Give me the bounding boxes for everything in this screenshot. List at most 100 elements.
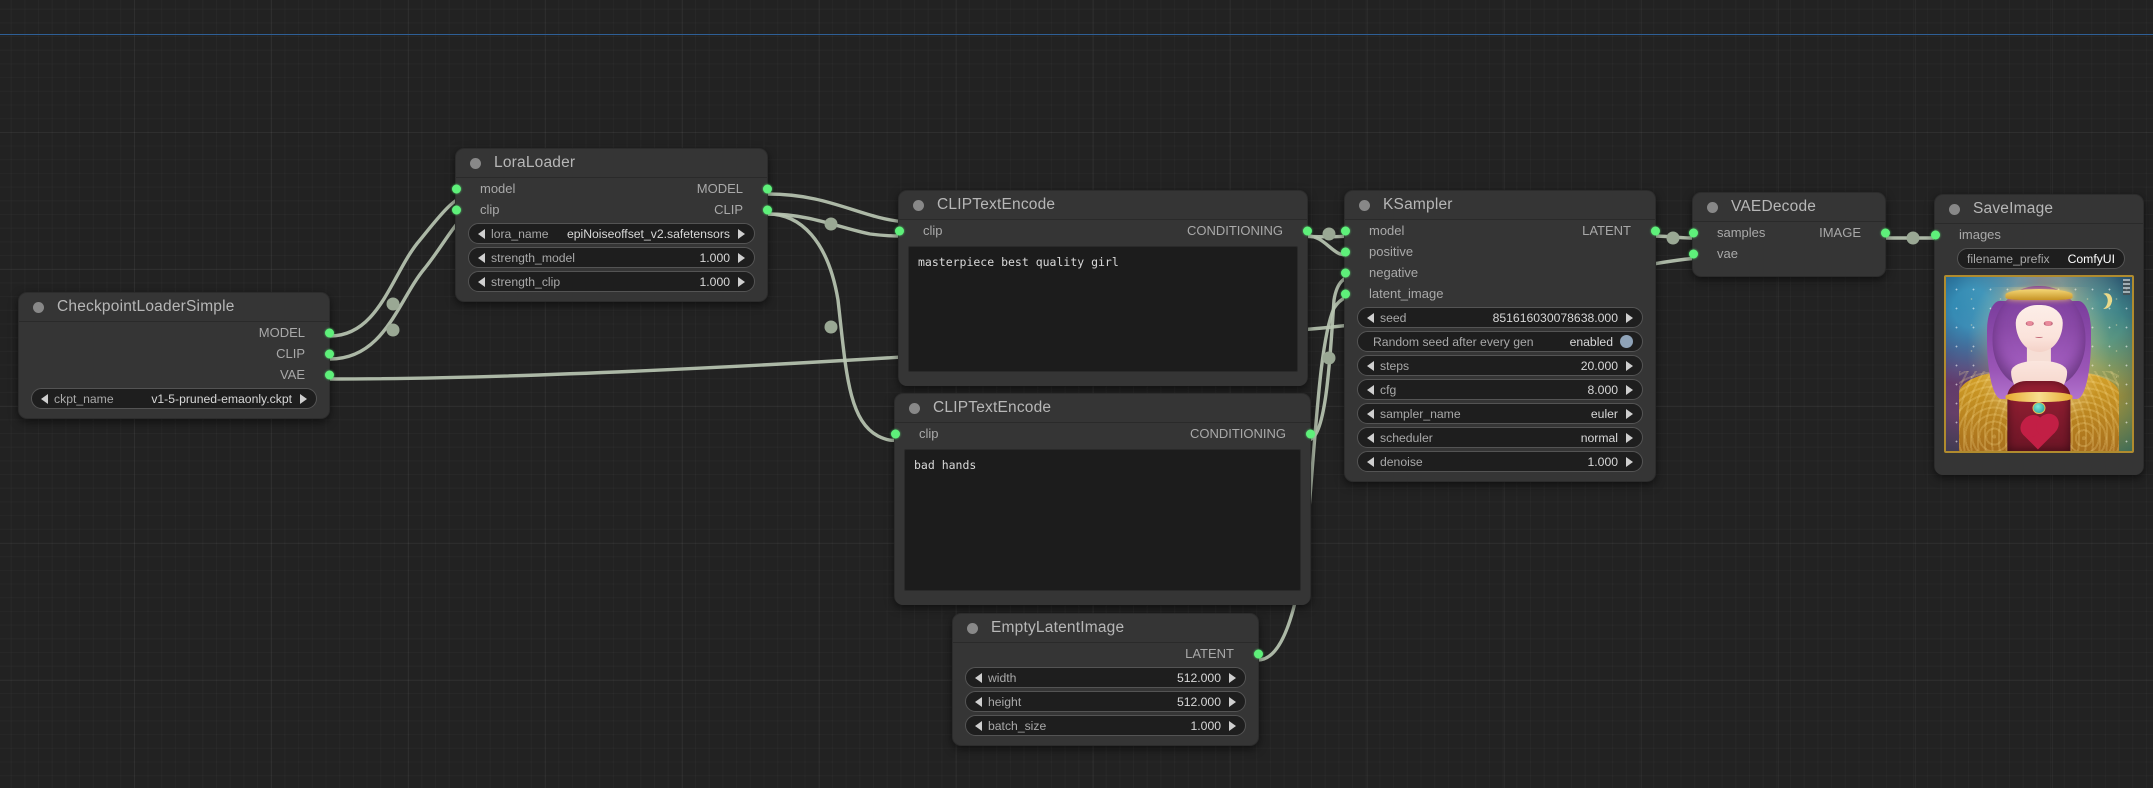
input-slot-clip[interactable]: clip CONDITIONING bbox=[894, 220, 1312, 241]
node-save-image[interactable]: SaveImage images filename_prefix ComfyUI bbox=[1930, 194, 2144, 475]
node-title-bar[interactable]: SaveImage bbox=[1935, 195, 2143, 224]
widget-value[interactable]: 1.000 bbox=[700, 251, 731, 265]
output-slot-dot-icon[interactable] bbox=[762, 184, 772, 193]
input-slot-images[interactable]: images bbox=[1930, 224, 2143, 245]
node-checkpoint-loader-simple[interactable]: CheckpointLoaderSimple MODEL CLIP VAE ck… bbox=[18, 292, 334, 419]
input-slot-dot-icon[interactable] bbox=[451, 205, 461, 214]
widget-scheduler[interactable]: scheduler normal bbox=[1357, 427, 1643, 448]
decrement-arrow-icon[interactable] bbox=[1367, 360, 1374, 371]
widget-cfg[interactable]: cfg 8.000 bbox=[1357, 379, 1643, 400]
output-slot-dot-icon[interactable] bbox=[1880, 228, 1890, 237]
collapse-dot-icon[interactable] bbox=[913, 199, 924, 211]
input-slot-dot-icon[interactable] bbox=[1930, 230, 1940, 239]
widget-value[interactable]: 851616030078638.000 bbox=[1493, 311, 1618, 325]
increment-arrow-icon[interactable] bbox=[738, 228, 745, 239]
output-slot-dot-icon[interactable] bbox=[1253, 649, 1263, 658]
node-title-bar[interactable]: CLIPTextEncode bbox=[895, 394, 1310, 423]
node-ksampler[interactable]: KSampler model LATENT positive negative … bbox=[1340, 190, 1660, 482]
increment-arrow-icon[interactable] bbox=[1626, 312, 1633, 323]
increment-arrow-icon[interactable] bbox=[1626, 432, 1633, 443]
node-lora-loader[interactable]: LoraLoader model MODEL clip CLIP lora_na… bbox=[451, 148, 772, 302]
input-slot-samples[interactable]: samples IMAGE bbox=[1688, 222, 1890, 243]
node-title-bar[interactable]: EmptyLatentImage bbox=[953, 614, 1258, 643]
input-slot-negative[interactable]: negative bbox=[1340, 262, 1655, 283]
input-slot-dot-icon[interactable] bbox=[451, 184, 461, 193]
widget-random-seed-toggle[interactable]: Random seed after every gen enabled bbox=[1357, 331, 1643, 352]
output-slot-dot-icon[interactable] bbox=[1650, 226, 1660, 235]
increment-arrow-icon[interactable] bbox=[300, 393, 307, 404]
decrement-arrow-icon[interactable] bbox=[478, 276, 485, 287]
widget-value[interactable]: ComfyUI bbox=[2068, 252, 2115, 266]
node-empty-latent-image[interactable]: EmptyLatentImage LATENT width 512.000 he… bbox=[952, 613, 1263, 746]
node-clip-text-encode-positive[interactable]: CLIPTextEncode clip CONDITIONING masterp… bbox=[894, 190, 1312, 386]
output-slot-dot-icon[interactable] bbox=[1305, 429, 1315, 438]
increment-arrow-icon[interactable] bbox=[1626, 384, 1633, 395]
widget-batch-size[interactable]: batch_size 1.000 bbox=[965, 715, 1246, 736]
decrement-arrow-icon[interactable] bbox=[41, 393, 48, 404]
widget-value[interactable]: 512.000 bbox=[1177, 695, 1221, 709]
increment-arrow-icon[interactable] bbox=[1626, 360, 1633, 371]
output-slot-vae[interactable]: VAE bbox=[19, 364, 334, 385]
increment-arrow-icon[interactable] bbox=[1626, 456, 1633, 467]
input-slot-vae[interactable]: vae bbox=[1688, 243, 1885, 264]
widget-value[interactable]: 1.000 bbox=[700, 275, 731, 289]
node-title-bar[interactable]: CLIPTextEncode bbox=[899, 191, 1307, 220]
prompt-textarea[interactable]: masterpiece best quality girl bbox=[908, 246, 1298, 372]
input-slot-clip[interactable]: clip CONDITIONING bbox=[890, 423, 1315, 444]
widget-height[interactable]: height 512.000 bbox=[965, 691, 1246, 712]
input-slot-model[interactable]: model MODEL bbox=[451, 178, 772, 199]
increment-arrow-icon[interactable] bbox=[738, 252, 745, 263]
output-slot-dot-icon[interactable] bbox=[324, 349, 334, 358]
increment-arrow-icon[interactable] bbox=[1229, 720, 1236, 731]
input-slot-clip[interactable]: clip CLIP bbox=[451, 199, 772, 220]
widget-width[interactable]: width 512.000 bbox=[965, 667, 1246, 688]
graph-canvas[interactable]: CheckpointLoaderSimple MODEL CLIP VAE ck… bbox=[0, 0, 2153, 788]
decrement-arrow-icon[interactable] bbox=[1367, 408, 1374, 419]
output-slot-dot-icon[interactable] bbox=[1302, 226, 1312, 235]
collapse-dot-icon[interactable] bbox=[909, 402, 920, 414]
widget-denoise[interactable]: denoise 1.000 bbox=[1357, 451, 1643, 472]
widget-value[interactable]: v1-5-pruned-emaonly.ckpt bbox=[151, 392, 292, 406]
image-preview[interactable] bbox=[1944, 275, 2134, 453]
widget-value[interactable]: euler bbox=[1591, 407, 1618, 421]
output-slot-latent[interactable]: LATENT bbox=[953, 643, 1263, 664]
input-slot-dot-icon[interactable] bbox=[1340, 268, 1350, 277]
node-title-bar[interactable]: VAEDecode bbox=[1693, 193, 1885, 222]
widget-value[interactable]: 512.000 bbox=[1177, 671, 1221, 685]
input-slot-dot-icon[interactable] bbox=[1340, 247, 1350, 256]
widget-steps[interactable]: steps 20.000 bbox=[1357, 355, 1643, 376]
collapse-dot-icon[interactable] bbox=[1707, 201, 1718, 213]
node-vae-decode[interactable]: VAEDecode samples IMAGE vae bbox=[1688, 192, 1890, 277]
decrement-arrow-icon[interactable] bbox=[478, 228, 485, 239]
decrement-arrow-icon[interactable] bbox=[1367, 312, 1374, 323]
widget-strength-model[interactable]: strength_model 1.000 bbox=[468, 247, 755, 268]
node-clip-text-encode-negative[interactable]: CLIPTextEncode clip CONDITIONING bad han… bbox=[890, 393, 1315, 605]
collapse-dot-icon[interactable] bbox=[1949, 203, 1960, 215]
output-slot-dot-icon[interactable] bbox=[762, 205, 772, 214]
widget-strength-clip[interactable]: strength_clip 1.000 bbox=[468, 271, 755, 292]
output-slot-model[interactable]: MODEL bbox=[19, 322, 334, 343]
input-slot-dot-icon[interactable] bbox=[1340, 289, 1350, 298]
decrement-arrow-icon[interactable] bbox=[1367, 384, 1374, 395]
increment-arrow-icon[interactable] bbox=[1229, 696, 1236, 707]
output-slot-dot-icon[interactable] bbox=[324, 370, 334, 379]
widget-value[interactable]: 1.000 bbox=[1588, 455, 1619, 469]
input-slot-dot-icon[interactable] bbox=[890, 429, 900, 438]
input-slot-model[interactable]: model LATENT bbox=[1340, 220, 1660, 241]
node-title-bar[interactable]: KSampler bbox=[1345, 191, 1655, 220]
widget-value[interactable]: normal bbox=[1581, 431, 1618, 445]
widget-value[interactable]: 8.000 bbox=[1588, 383, 1619, 397]
widget-value[interactable]: 20.000 bbox=[1581, 359, 1618, 373]
input-slot-dot-icon[interactable] bbox=[1688, 228, 1698, 237]
input-slot-dot-icon[interactable] bbox=[894, 226, 904, 235]
widget-ckpt-name[interactable]: ckpt_name v1-5-pruned-emaonly.ckpt bbox=[31, 388, 317, 409]
output-slot-clip[interactable]: CLIP bbox=[19, 343, 334, 364]
decrement-arrow-icon[interactable] bbox=[1367, 456, 1374, 467]
toggle-knob-icon[interactable] bbox=[1619, 335, 1633, 348]
widget-lora-name[interactable]: lora_name epiNoiseoffset_v2.safetensors bbox=[468, 223, 755, 244]
collapse-dot-icon[interactable] bbox=[1359, 199, 1370, 211]
decrement-arrow-icon[interactable] bbox=[1367, 432, 1374, 443]
node-title-bar[interactable]: CheckpointLoaderSimple bbox=[19, 293, 329, 322]
widget-filename-prefix[interactable]: filename_prefix ComfyUI bbox=[1957, 248, 2125, 269]
collapse-dot-icon[interactable] bbox=[470, 157, 481, 169]
